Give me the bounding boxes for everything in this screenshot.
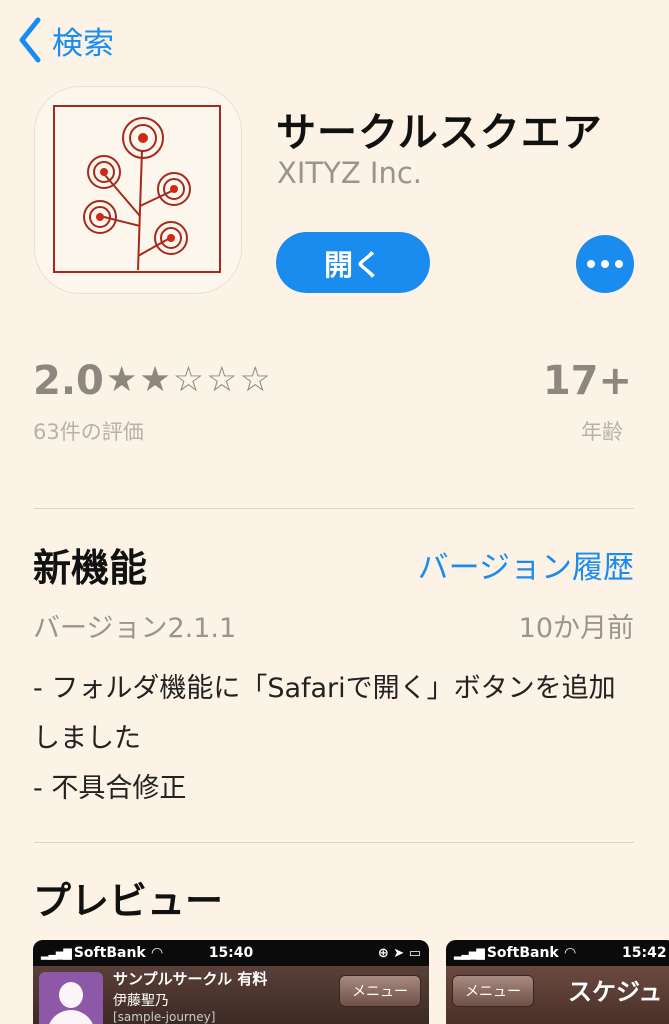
age-rating-label: 年齢 <box>581 420 623 444</box>
version-number: バージョン2.1.1 <box>33 613 237 644</box>
signal-icon: ▂▃▅▇ <box>41 946 72 960</box>
divider <box>34 508 634 509</box>
version-date: 10か月前 <box>518 613 634 644</box>
age-rating-value: 17+ <box>542 358 632 404</box>
avatar <box>39 972 103 1024</box>
circle-name: サンプルサークル 有料 <box>113 970 268 988</box>
wifi-icon: ◠ <box>151 945 163 961</box>
menu-button: メニュー <box>452 975 534 1007</box>
divider <box>34 842 634 843</box>
wifi-icon: ◠ <box>564 945 576 961</box>
preview-screenshot[interactable]: ▂▃▅▇ SoftBank ◠ 15:40 ⊕ ➤ ▭ サンプルサークル 有料 … <box>33 940 429 1024</box>
signal-icon: ▂▃▅▇ <box>454 946 485 960</box>
version-history-link[interactable]: バージョン履歴 <box>418 542 634 587</box>
back-button[interactable]: 検索 <box>16 14 114 66</box>
open-button[interactable]: 開く <box>276 232 430 293</box>
app-icon <box>34 86 242 294</box>
release-note-line: - フォルダ機能に「Safariで開く」ボタンを追加 <box>33 673 616 704</box>
more-options-button[interactable] <box>576 235 634 293</box>
menu-button: メニュー <box>339 975 421 1007</box>
whats-new-title: 新機能 <box>33 546 148 590</box>
carrier-label: SoftBank <box>486 945 559 961</box>
screen-title: スケジュ <box>568 978 663 1006</box>
release-note-line: しました <box>33 723 141 754</box>
status-bar: ▂▃▅▇ SoftBank ◠ 15:40 ⊕ ➤ ▭ <box>33 940 429 966</box>
battery-icon: ⊕ ➤ ▭ <box>377 945 421 961</box>
chevron-left-icon <box>19 17 41 63</box>
carrier-label: SoftBank <box>73 945 146 961</box>
release-note-line: - 不具合修正 <box>33 773 187 804</box>
app-name: サークルスクエア <box>276 110 603 156</box>
developer-name[interactable]: XITYZ Inc. <box>277 156 422 190</box>
star-rating: ★★☆☆☆ <box>106 360 273 400</box>
preview-title: プレビュー <box>33 879 224 923</box>
circle-id: [sample-journey] <box>113 1010 216 1024</box>
ellipsis-icon <box>587 260 595 268</box>
member-name: 伊藤聖乃 <box>113 993 169 1009</box>
back-label: 検索 <box>52 25 114 62</box>
circle-tree-icon <box>53 105 221 273</box>
preview-screenshot[interactable]: ▂▃▅▇ SoftBank ◠ 15:42 メニュー スケジュ <box>446 940 669 1024</box>
rating-value: 2.0 <box>33 358 104 404</box>
release-notes: - フォルダ機能に「Safariで開く」ボタンを追加 しました - 不具合修正 <box>33 664 637 814</box>
status-time: 15:42 <box>622 945 667 961</box>
rating-count: 63件の評価 <box>33 420 144 444</box>
status-bar: ▂▃▅▇ SoftBank ◠ 15:42 <box>446 940 669 966</box>
